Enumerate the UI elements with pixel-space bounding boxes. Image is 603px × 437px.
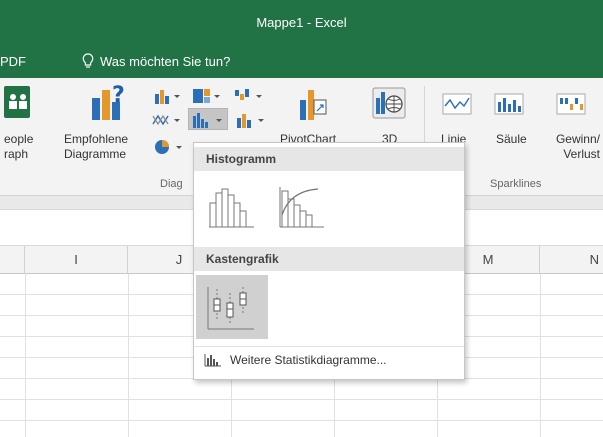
histogram-icon [209,188,254,228]
sparklines-group-label: Sparklines [490,178,542,190]
ribbon-tab-bar: PDF Was möchten Sie tun? [0,46,603,78]
statistic-chart-small-icon [204,354,221,367]
statistic-chart-button[interactable] [188,108,228,130]
recommended-charts-label-2: Diagramme [64,147,127,161]
column-header-left-edge[interactable] [0,246,25,274]
grid-col-line [540,274,541,437]
column-header-i[interactable]: I [25,246,128,274]
column-chart-icon[interactable] [154,88,182,104]
3d-map-icon[interactable] [372,84,406,122]
sparkline-column-button[interactable]: Säule [496,132,527,147]
grid-row-line [0,399,603,400]
sparkline-winloss-icon[interactable] [556,92,586,116]
sparkline-winloss-button[interactable]: Gewinn/ Verlust [544,132,600,162]
statistic-chart-icon [193,113,222,128]
people-graph-label-1: eople [4,132,34,146]
more-statistic-charts-label: Weitere Statistikdiagramme... [230,353,387,367]
title-bar: Mappe1 - Excel [0,0,603,46]
pareto-option[interactable] [270,177,336,235]
grid-row-line [0,420,603,421]
people-graph-button[interactable]: eople raph [4,132,33,162]
boxplot-section-header: Kastengrafik [194,247,464,271]
combo-chart-icon[interactable] [236,112,266,128]
sparkline-line-icon[interactable] [442,92,472,116]
column-header-n[interactable]: N [540,246,603,274]
people-graph-label-2: raph [4,147,29,161]
lightbulb-icon [82,53,94,68]
charts-group-label: Diag [160,178,183,190]
pareto-icon [279,187,324,228]
line-chart-icon[interactable] [152,112,182,128]
pie-chart-icon[interactable] [154,138,184,156]
waterfall-chart-icon[interactable] [234,88,264,104]
window-title: Mappe1 - Excel [256,15,347,30]
sparkline-winloss-label-1: Gewinn/ [555,132,600,146]
grid-col-line [128,274,129,437]
pivotchart-icon[interactable] [298,86,328,122]
box-whisker-option[interactable] [196,275,268,339]
grid-col-line [25,274,26,437]
hierarchy-chart-icon[interactable] [192,88,222,104]
tell-me-label: Was möchten Sie tun? [100,53,231,69]
more-statistic-charts-link[interactable]: Weitere Statistikdiagramme... [204,353,387,367]
statistic-chart-dropdown: Histogramm Kastengrafik Weitere Statisti… [193,142,465,380]
dropdown-divider [194,346,464,347]
box-whisker-icon [207,287,254,330]
tell-me-search[interactable]: Was möchten Sie tun? [82,53,230,69]
sparkline-column-icon[interactable] [494,92,524,116]
histogram-option[interactable] [200,177,266,235]
people-graph-icon[interactable] [4,86,30,118]
recommended-charts-button[interactable]: Empfohlene Diagramme [64,132,128,162]
recommended-charts-label-1: Empfohlene [64,132,129,146]
histogram-section-header: Histogramm [194,147,464,171]
svg-text:?: ? [112,84,125,108]
tab-pdf[interactable]: PDF [0,54,26,69]
sparkline-winloss-label-2: Verlust [563,147,600,161]
recommended-charts-icon[interactable]: ? [90,84,126,122]
